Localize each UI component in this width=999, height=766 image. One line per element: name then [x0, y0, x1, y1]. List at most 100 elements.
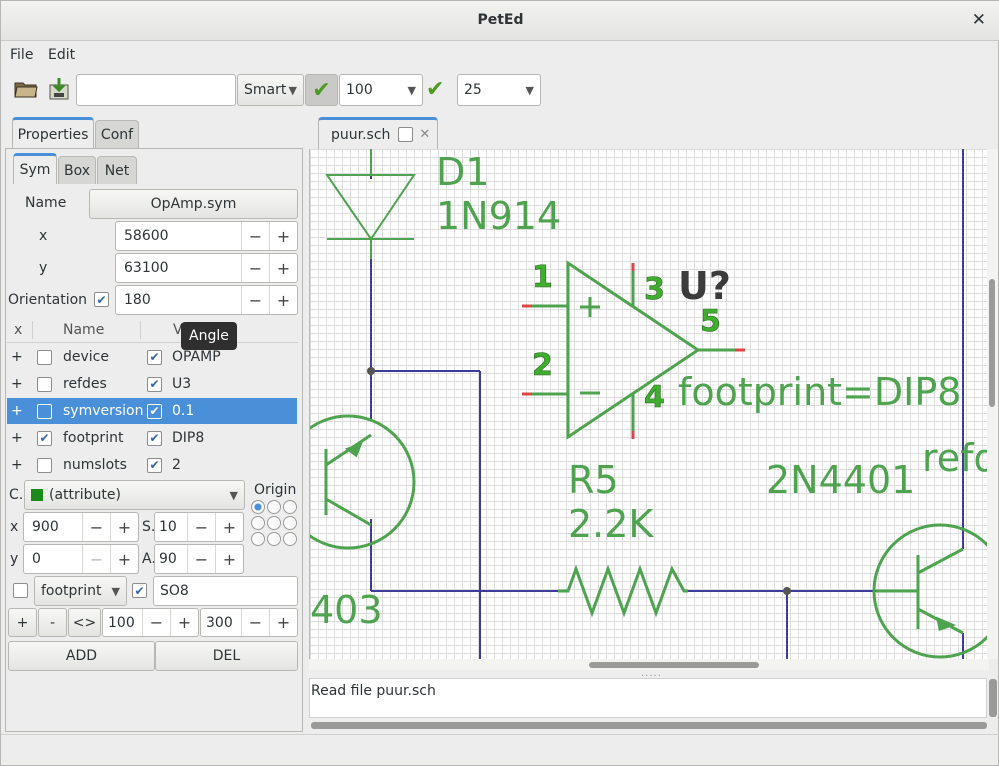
- orientation-spinbox[interactable]: 180 − +: [115, 285, 298, 315]
- minus-icon[interactable]: −: [241, 222, 269, 250]
- expand-icon[interactable]: +: [7, 349, 27, 365]
- schematic-canvas[interactable]: D1 1N914 1 2 3 4 5 U? footprint=DIP8 R5 …: [309, 149, 989, 659]
- show-value-checkbox[interactable]: [147, 349, 162, 365]
- minus-icon[interactable]: −: [82, 545, 110, 573]
- color-select[interactable]: (attribute) ▼: [24, 480, 245, 510]
- plus-icon[interactable]: +: [110, 513, 138, 541]
- remove-point-button[interactable]: -: [38, 608, 67, 637]
- document-modified-checkbox[interactable]: [398, 127, 414, 142]
- horizontal-scrollbar[interactable]: [309, 659, 989, 670]
- minus-icon[interactable]: −: [142, 609, 170, 636]
- y-spinbox[interactable]: 63100 − +: [115, 253, 298, 283]
- minus-icon[interactable]: −: [241, 609, 269, 636]
- minus-icon[interactable]: −: [187, 513, 215, 541]
- transistor-left[interactable]: [310, 414, 416, 550]
- grid-select[interactable]: 25 ▼: [457, 74, 541, 106]
- attr-value-input[interactable]: SO8: [153, 576, 298, 606]
- visible-checkbox[interactable]: [37, 403, 52, 419]
- expand-icon[interactable]: +: [7, 403, 27, 419]
- origin-radio[interactable]: [251, 516, 265, 530]
- zoom-select[interactable]: 100 ▼: [339, 74, 423, 106]
- origin-radio[interactable]: [283, 516, 297, 530]
- close-icon[interactable]: ✕: [972, 10, 986, 30]
- minus-icon[interactable]: −: [241, 286, 269, 314]
- plus-icon[interactable]: +: [110, 545, 138, 573]
- tab-sym[interactable]: Sym: [13, 153, 57, 184]
- attr-name-combo[interactable]: footprint ▼: [34, 576, 127, 606]
- minus-icon[interactable]: −: [82, 513, 110, 541]
- diode-d1[interactable]: [325, 149, 416, 259]
- horizontal-scrollbar-thumb[interactable]: [589, 662, 759, 668]
- plus-icon[interactable]: +: [215, 513, 243, 541]
- tab-document[interactable]: puur.sch ✕: [318, 117, 438, 149]
- status-scrollbar-thumb[interactable]: [989, 679, 997, 717]
- table-row[interactable]: + numslots 2: [7, 452, 297, 478]
- snap-toggle-button[interactable]: ✔: [305, 74, 338, 106]
- expand-icon[interactable]: +: [7, 376, 27, 392]
- grid-check-icon[interactable]: ✔: [426, 77, 444, 102]
- open-folder-icon[interactable]: [11, 74, 41, 104]
- show-value-checkbox[interactable]: [147, 376, 162, 392]
- show-value-checkbox[interactable]: [147, 457, 162, 473]
- origin-radio[interactable]: [283, 532, 297, 546]
- origin-radio[interactable]: [267, 500, 281, 514]
- attr-size-spinbox[interactable]: 10 − +: [154, 512, 244, 542]
- save-icon[interactable]: [44, 74, 74, 104]
- pin5-label: 5: [700, 304, 721, 339]
- plus-icon[interactable]: +: [170, 609, 198, 636]
- attr-y-spinbox[interactable]: 0 − +: [23, 544, 139, 574]
- x-spinbox[interactable]: 58600 − +: [115, 221, 298, 251]
- show-value-checkbox[interactable]: [147, 430, 162, 446]
- attr-x-spinbox[interactable]: 900 − +: [23, 512, 139, 542]
- origin-radio[interactable]: [251, 532, 265, 546]
- table-row[interactable]: + footprint DIP8: [7, 425, 297, 451]
- table-row[interactable]: + device OPAMP: [7, 344, 297, 370]
- visible-checkbox[interactable]: [37, 349, 52, 365]
- add-point-button[interactable]: +: [8, 608, 37, 637]
- vertical-scrollbar[interactable]: [987, 149, 998, 659]
- plus-icon[interactable]: +: [269, 286, 297, 314]
- mode-select[interactable]: Smart ▼: [237, 74, 304, 106]
- right-transistor-value: 2N4401: [766, 458, 915, 502]
- resistor-r5[interactable]: [558, 564, 688, 618]
- origin-radio[interactable]: [283, 500, 297, 514]
- minus-icon[interactable]: −: [241, 254, 269, 282]
- swap-button[interactable]: <>: [68, 608, 101, 637]
- orientation-checkbox[interactable]: [94, 292, 109, 307]
- tab-properties[interactable]: Properties: [12, 117, 94, 149]
- visible-checkbox[interactable]: [37, 457, 52, 473]
- tab-net[interactable]: Net: [97, 156, 137, 184]
- show-value-checkbox[interactable]: [147, 403, 162, 419]
- table-row[interactable]: + refdes U3: [7, 371, 297, 397]
- status-hscrollbar-thumb[interactable]: [311, 722, 987, 729]
- expand-icon[interactable]: +: [7, 457, 27, 473]
- plus-icon[interactable]: +: [269, 254, 297, 282]
- origin-radio[interactable]: [251, 500, 265, 514]
- tab-conf[interactable]: Conf: [95, 120, 139, 149]
- minus-icon[interactable]: −: [187, 545, 215, 573]
- expand-icon[interactable]: +: [7, 430, 27, 446]
- plus-icon[interactable]: +: [269, 222, 297, 250]
- attr-visible-checkbox[interactable]: [13, 583, 28, 598]
- plus-icon[interactable]: +: [269, 609, 297, 636]
- visible-checkbox[interactable]: [37, 430, 52, 446]
- del-button[interactable]: DEL: [155, 641, 298, 671]
- origin-radio[interactable]: [267, 532, 281, 546]
- menu-edit[interactable]: Edit: [48, 45, 75, 65]
- height-spinbox[interactable]: 300 − +: [200, 608, 298, 637]
- table-row-selected[interactable]: + symversion 0.1: [7, 398, 297, 424]
- attr-show-value-checkbox[interactable]: [132, 583, 147, 598]
- visible-checkbox[interactable]: [37, 376, 52, 392]
- close-tab-icon[interactable]: ✕: [419, 127, 430, 142]
- tab-box[interactable]: Box: [58, 156, 96, 184]
- search-input[interactable]: [76, 74, 236, 106]
- symbol-name-button[interactable]: OpAmp.sym: [89, 189, 298, 219]
- menu-file[interactable]: File: [10, 45, 33, 65]
- width-spinbox[interactable]: 100 − +: [102, 608, 199, 637]
- plus-icon[interactable]: +: [215, 545, 243, 573]
- attr-angle-spinbox[interactable]: 90 − +: [154, 544, 244, 574]
- vertical-scrollbar-thumb[interactable]: [989, 279, 995, 407]
- add-button[interactable]: ADD: [8, 641, 155, 671]
- transistor-right[interactable]: [872, 523, 989, 659]
- origin-radio[interactable]: [267, 516, 281, 530]
